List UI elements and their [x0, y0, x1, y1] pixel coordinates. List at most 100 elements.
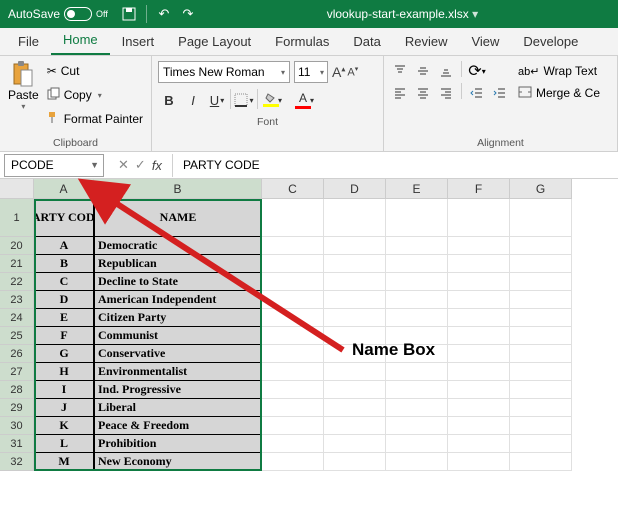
- cell[interactable]: [324, 453, 386, 471]
- cell[interactable]: Democratic: [94, 237, 262, 255]
- align-right-button[interactable]: [436, 83, 456, 103]
- cell[interactable]: New Economy: [94, 453, 262, 471]
- column-header[interactable]: D: [324, 179, 386, 199]
- cell[interactable]: [510, 273, 572, 291]
- decrease-indent-button[interactable]: [467, 83, 487, 103]
- decrease-font-icon[interactable]: A▾: [347, 65, 358, 79]
- border-button[interactable]: ▾: [233, 89, 255, 111]
- orientation-button[interactable]: ⟳▾: [467, 61, 487, 81]
- save-icon[interactable]: [122, 7, 136, 21]
- tab-view[interactable]: View: [459, 28, 511, 55]
- cell[interactable]: D: [34, 291, 94, 309]
- cell[interactable]: Decline to State: [94, 273, 262, 291]
- fill-color-button[interactable]: ▾: [260, 89, 282, 111]
- cell[interactable]: [448, 199, 510, 237]
- row-header[interactable]: 30: [0, 417, 34, 435]
- cell[interactable]: [448, 417, 510, 435]
- row-header[interactable]: 21: [0, 255, 34, 273]
- cell[interactable]: [448, 453, 510, 471]
- cell[interactable]: H: [34, 363, 94, 381]
- cell[interactable]: Communist: [94, 327, 262, 345]
- cell[interactable]: [448, 345, 510, 363]
- cell[interactable]: [324, 381, 386, 399]
- tab-review[interactable]: Review: [393, 28, 460, 55]
- cell[interactable]: [262, 435, 324, 453]
- cell[interactable]: [386, 381, 448, 399]
- tab-develope[interactable]: Develope: [511, 28, 590, 55]
- row-header[interactable]: 24: [0, 309, 34, 327]
- cell[interactable]: [510, 417, 572, 435]
- align-middle-button[interactable]: [413, 61, 433, 81]
- row-header[interactable]: 32: [0, 453, 34, 471]
- italic-button[interactable]: I: [182, 89, 204, 111]
- cell[interactable]: C: [34, 273, 94, 291]
- increase-indent-button[interactable]: [490, 83, 510, 103]
- tab-file[interactable]: File: [6, 28, 51, 55]
- name-box[interactable]: PCODE ▼: [4, 154, 104, 177]
- row-header[interactable]: 23: [0, 291, 34, 309]
- fx-icon[interactable]: fx: [152, 158, 162, 173]
- cell[interactable]: [510, 309, 572, 327]
- cell[interactable]: [386, 453, 448, 471]
- cell[interactable]: [510, 381, 572, 399]
- tab-formulas[interactable]: Formulas: [263, 28, 341, 55]
- cell[interactable]: Conservative: [94, 345, 262, 363]
- cell[interactable]: [324, 309, 386, 327]
- align-left-button[interactable]: [390, 83, 410, 103]
- column-header[interactable]: B: [94, 179, 262, 199]
- cell[interactable]: [510, 399, 572, 417]
- cell[interactable]: [386, 399, 448, 417]
- cell[interactable]: [510, 291, 572, 309]
- redo-icon[interactable]: ↷: [181, 7, 195, 21]
- row-header[interactable]: 28: [0, 381, 34, 399]
- cell[interactable]: [510, 345, 572, 363]
- font-size-select[interactable]: 11▾: [294, 61, 328, 83]
- bold-button[interactable]: B: [158, 89, 180, 111]
- cell[interactable]: G: [34, 345, 94, 363]
- cell[interactable]: [386, 273, 448, 291]
- column-header[interactable]: F: [448, 179, 510, 199]
- column-header[interactable]: G: [510, 179, 572, 199]
- cell[interactable]: [262, 363, 324, 381]
- cell[interactable]: [510, 435, 572, 453]
- row-header[interactable]: 29: [0, 399, 34, 417]
- cell[interactable]: [448, 399, 510, 417]
- cell[interactable]: [448, 255, 510, 273]
- cell[interactable]: [262, 417, 324, 435]
- cell[interactable]: [448, 363, 510, 381]
- cell[interactable]: [386, 199, 448, 237]
- tab-home[interactable]: Home: [51, 26, 110, 55]
- cell[interactable]: B: [34, 255, 94, 273]
- font-name-select[interactable]: Times New Roman▾: [158, 61, 290, 83]
- underline-button[interactable]: U▾: [206, 89, 228, 111]
- cell[interactable]: E: [34, 309, 94, 327]
- cell[interactable]: [448, 237, 510, 255]
- cell[interactable]: Prohibition: [94, 435, 262, 453]
- row-header[interactable]: 20: [0, 237, 34, 255]
- cell[interactable]: F: [34, 327, 94, 345]
- cell[interactable]: [510, 255, 572, 273]
- cell[interactable]: [324, 237, 386, 255]
- cell[interactable]: [510, 363, 572, 381]
- align-top-button[interactable]: [390, 61, 410, 81]
- formula-input[interactable]: PARTY CODE: [172, 154, 618, 177]
- cancel-icon[interactable]: ✕: [118, 157, 129, 173]
- row-header[interactable]: 1: [0, 199, 34, 237]
- cell[interactable]: I: [34, 381, 94, 399]
- cell[interactable]: K: [34, 417, 94, 435]
- align-bottom-button[interactable]: [436, 61, 456, 81]
- cell[interactable]: [262, 273, 324, 291]
- select-all-corner[interactable]: [0, 179, 34, 199]
- cell[interactable]: [386, 435, 448, 453]
- align-center-button[interactable]: [413, 83, 433, 103]
- cell[interactable]: J: [34, 399, 94, 417]
- cell[interactable]: [262, 399, 324, 417]
- cell[interactable]: NAME: [94, 199, 262, 237]
- merge-button[interactable]: Merge & Ce: [518, 83, 600, 103]
- cell[interactable]: [510, 199, 572, 237]
- cell[interactable]: [510, 327, 572, 345]
- tab-data[interactable]: Data: [341, 28, 392, 55]
- copy-button[interactable]: Copy▾: [47, 84, 143, 106]
- cell[interactable]: [262, 255, 324, 273]
- row-header[interactable]: 22: [0, 273, 34, 291]
